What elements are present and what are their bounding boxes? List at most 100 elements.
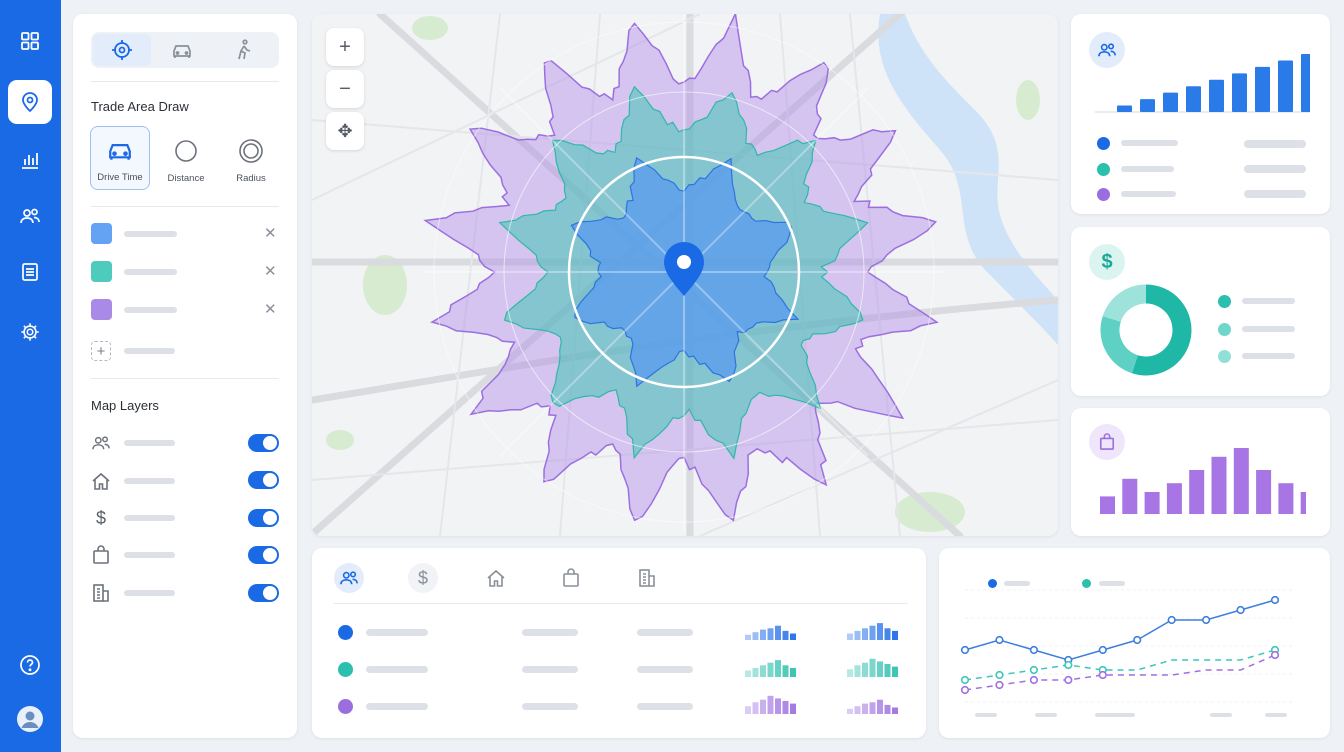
demographics-bar [1278,60,1293,112]
trade-area-panel [73,14,297,738]
mode-radius[interactable]: Radius [221,126,281,190]
series-line [964,599,1276,661]
sparkline-bar [862,628,868,640]
walking-icon [238,39,251,60]
layer-toggle-retail[interactable] [248,546,279,564]
remove-area-button[interactable]: ✕ [264,226,277,241]
nav-profile-button[interactable] [8,697,52,741]
x-tick-placeholder [1035,713,1057,717]
sparkline-bar [854,630,861,640]
demographics-bar [1140,99,1155,112]
map-canvas[interactable] [312,14,1058,536]
series-point [1029,675,1038,685]
tab-retail[interactable] [556,563,586,593]
donut-slice [1102,284,1147,323]
nav-grid-button[interactable] [8,19,52,63]
map-layers-title: Map Layers [91,398,159,413]
series-point [1133,635,1142,645]
sparkline-bar [767,695,774,714]
zoom-out-button[interactable]: − [326,70,364,108]
area-swatch-purple[interactable] [91,299,112,320]
layer-toggle-income[interactable] [248,509,279,527]
retail-bar [1278,483,1294,514]
divider [91,206,279,207]
sparkline-bar [854,665,861,677]
help-icon [20,655,40,675]
retail-bar [1233,448,1249,514]
home-icon [487,569,505,587]
sparkline-bar [862,662,868,677]
legend-dot-teal [1218,295,1231,308]
tab-business[interactable] [632,563,662,593]
layer-toggle-housing[interactable] [248,471,279,489]
legend-dot-pale-teal [1218,350,1231,363]
area-swatch-blue[interactable] [91,223,112,244]
nav-map-button[interactable] [8,80,52,124]
legend-value-placeholder [1244,140,1306,148]
area-swatch-teal[interactable] [91,261,112,282]
row-sparkline [847,623,898,640]
car-icon [109,144,131,160]
mode-label: Radius [236,173,266,184]
sparkline-bar [892,630,898,640]
mode-distance[interactable]: Distance [156,126,216,190]
tab-income[interactable]: $ [408,563,438,593]
sparkline-bar [775,698,781,714]
trade-area-title: Trade Area Draw [91,99,189,114]
people-icon [340,571,358,585]
sparkline-bar [767,628,774,640]
row-sparkline [745,660,796,677]
layer-retail [91,545,111,565]
nav-analytics-button[interactable] [8,138,52,182]
layer-name-placeholder [124,552,175,558]
remove-area-button[interactable]: ✕ [264,302,277,317]
legend-value-placeholder [1244,190,1306,198]
sparkline-bar [790,667,796,677]
table-cell-placeholder [522,666,578,673]
tab-target[interactable] [93,34,151,66]
nav-users-button[interactable] [8,194,52,238]
sparkline-bar [767,662,774,677]
row-sparkline [847,699,898,714]
sparkline-bar [760,699,766,714]
circle-icon [175,140,197,162]
tab-drive[interactable] [153,34,211,66]
panel-tab-group [91,32,279,68]
tab-population[interactable] [334,563,364,593]
demographics-bar [1255,66,1270,112]
layer-population [91,433,111,453]
tab-walk[interactable] [215,34,273,66]
layer-toggle-business[interactable] [248,584,279,602]
mode-label: Distance [167,173,205,184]
mode-drive-time[interactable]: Drive Time [90,126,150,190]
donut-slice [1100,315,1139,374]
sparkline-bar [884,628,891,640]
car-icon [173,45,191,58]
dollar-icon: $ [1089,244,1125,280]
legend-value-placeholder [1244,165,1306,173]
layer-toggle-population[interactable] [248,434,279,452]
remove-area-button[interactable]: ✕ [264,264,277,279]
nav-reports-button[interactable] [8,250,52,294]
sparkline-bar [760,665,766,677]
sparkline-bar [892,666,898,677]
pan-button[interactable]: ✥ [326,112,364,150]
retail-bar [1300,492,1306,514]
nav-settings-button[interactable] [8,310,52,354]
map-view[interactable] [312,14,1058,536]
home-icon [92,472,110,490]
layer-business [91,583,111,603]
tab-housing[interactable] [481,563,511,593]
zoom-in-button[interactable]: + [326,28,364,66]
divider [91,81,279,82]
nav-help-button[interactable] [8,643,52,687]
add-area-button[interactable]: + [91,341,111,361]
divider [91,378,279,379]
shopping-bag-icon [93,545,109,564]
series-point [1029,665,1038,675]
building-icon [639,569,655,587]
user-avatar-icon [17,706,43,732]
retail-bar-chart [1100,448,1306,514]
row-sparkline [745,625,796,640]
sparkline-bar [847,633,853,640]
